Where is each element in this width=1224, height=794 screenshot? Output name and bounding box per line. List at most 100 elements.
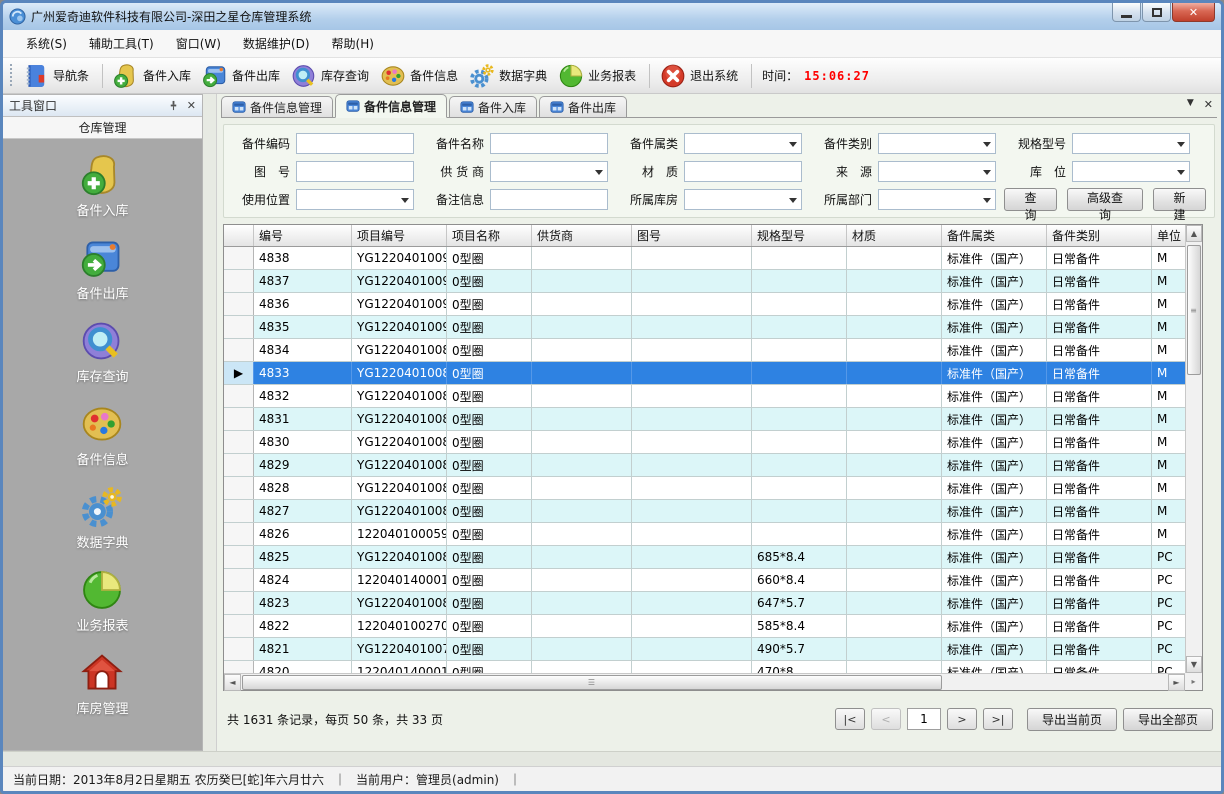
toolbar-button-parts-inbound[interactable]: 备件入库 <box>109 60 198 92</box>
column-header-备件类别[interactable]: 备件类别 <box>1047 225 1152 246</box>
export-current-page-button[interactable]: 导出当前页 <box>1027 708 1117 731</box>
table-row[interactable]: 482212204010027000型圈585*8.4标准件（国产）日常备件PC <box>224 615 1202 638</box>
last-page-button[interactable]: >| <box>983 708 1013 730</box>
toolbar-button-data-dictionary[interactable]: 数据字典 <box>465 60 554 92</box>
cell-kind: 日常备件 <box>1047 362 1152 384</box>
来 源-select[interactable] <box>878 161 996 182</box>
pin-icon[interactable] <box>168 100 179 111</box>
menu-item[interactable]: 辅助工具(T) <box>78 30 165 57</box>
tool-window-close-icon[interactable]: ✕ <box>187 99 196 112</box>
column-header-图号[interactable]: 图号 <box>632 225 752 246</box>
tab-3[interactable]: 备件出库 <box>539 96 627 117</box>
table-row[interactable]: 4834YG122040100890型圈标准件（国产）日常备件M <box>224 339 1202 362</box>
所属部门-select[interactable] <box>878 189 996 210</box>
table-row[interactable]: 4827YG122040100820型圈标准件（国产）日常备件M <box>224 500 1202 523</box>
备件名称-input[interactable] <box>490 133 608 154</box>
export-all-pages-button[interactable]: 导出全部页 <box>1123 708 1213 731</box>
table-row[interactable]: 4823YG122040100800型圈647*5.7标准件（国产）日常备件PC <box>224 592 1202 615</box>
horizontal-scroll-thumb[interactable]: ☰ <box>242 675 942 690</box>
column-header-编号[interactable]: 编号 <box>254 225 352 246</box>
first-page-button[interactable]: |< <box>835 708 865 730</box>
table-row[interactable]: 4835YG122040100900型圈标准件（国产）日常备件M <box>224 316 1202 339</box>
sidebar-item-parts-outbound[interactable]: 备件出库 <box>76 236 128 302</box>
next-page-button[interactable]: > <box>947 708 977 730</box>
备件编码-input[interactable] <box>296 133 414 154</box>
menu-item[interactable]: 窗口(W) <box>165 30 232 57</box>
规格型号-select[interactable] <box>1072 133 1190 154</box>
column-header-规格型号[interactable]: 规格型号 <box>752 225 847 246</box>
maximize-button[interactable] <box>1142 3 1171 22</box>
使用位置-select[interactable] <box>296 189 414 210</box>
query-button[interactable]: 查询 <box>1004 188 1057 211</box>
minimize-button[interactable] <box>1112 3 1141 22</box>
close-button[interactable]: ✕ <box>1172 3 1215 22</box>
cell-name: 0型圈 <box>447 500 532 522</box>
table-row[interactable]: ▶4833YG122040100880型圈标准件（国产）日常备件M <box>224 362 1202 385</box>
table-row[interactable]: 4828YG122040100830型圈标准件（国产）日常备件M <box>224 477 1202 500</box>
图 号-input[interactable] <box>296 161 414 182</box>
column-header-项目名称[interactable]: 项目名称 <box>447 225 532 246</box>
menu-item[interactable]: 数据维护(D) <box>232 30 321 57</box>
column-header-材质[interactable]: 材质 <box>847 225 942 246</box>
scroll-down-icon[interactable]: ▼ <box>1186 656 1202 673</box>
table-row[interactable]: 4838YG122040100930型圈标准件（国产）日常备件M <box>224 247 1202 270</box>
tab-list-dropdown-icon[interactable]: ▼ <box>1187 98 1194 111</box>
所属库房-select[interactable] <box>684 189 802 210</box>
table-row[interactable]: 4830YG122040100850型圈标准件（国产）日常备件M <box>224 431 1202 454</box>
供 货 商-select[interactable] <box>490 161 608 182</box>
column-header-indicator[interactable] <box>224 225 254 246</box>
prev-page-button[interactable]: < <box>871 708 901 730</box>
table-row[interactable]: 4832YG122040100870型圈标准件（国产）日常备件M <box>224 385 1202 408</box>
table-row[interactable]: 4821YG122040100790型圈490*5.7标准件（国产）日常备件PC <box>224 638 1202 661</box>
column-header-单位[interactable]: 单位 <box>1152 225 1187 246</box>
tab-0[interactable]: 备件信息管理 <box>221 96 333 117</box>
备件类别-select[interactable] <box>878 133 996 154</box>
toolbar-grip-handle[interactable] <box>9 64 14 88</box>
scroll-up-icon[interactable]: ▲ <box>1186 225 1202 242</box>
库 位-select[interactable] <box>1072 161 1190 182</box>
tab-1-active[interactable]: 备件信息管理 <box>335 94 447 118</box>
horizontal-scrollbar[interactable]: ◄ ☰ ► <box>224 673 1185 690</box>
column-header-项目编号[interactable]: 项目编号 <box>352 225 447 246</box>
toolbar-button-exit-system[interactable]: 退出系统 <box>656 60 745 92</box>
sidebar-item-business-report[interactable]: 业务报表 <box>76 568 128 634</box>
column-header-供货商[interactable]: 供货商 <box>532 225 632 246</box>
page-number-input[interactable] <box>907 708 941 730</box>
sidebar-item-inventory-query[interactable]: 库存查询 <box>76 319 128 385</box>
sidebar-item-parts-info[interactable]: 备件信息 <box>76 402 128 468</box>
tab-2[interactable]: 备件入库 <box>449 96 537 117</box>
sidebar-item-warehouse-mgmt[interactable]: 库房管理 <box>76 651 128 717</box>
menu-item[interactable]: 帮助(H) <box>321 30 385 57</box>
cell-id: 4825 <box>254 546 352 568</box>
scroll-left-icon[interactable]: ◄ <box>224 674 241 691</box>
备注信息-input[interactable] <box>490 189 608 210</box>
table-row[interactable]: 4825YG122040100810型圈685*8.4标准件（国产）日常备件PC <box>224 546 1202 569</box>
tab-close-icon[interactable]: ✕ <box>1204 98 1213 111</box>
toolbar-separator <box>102 64 103 88</box>
toolbar-button-parts-outbound[interactable]: 备件出库 <box>198 60 287 92</box>
advanced-query-button[interactable]: 高级查询 <box>1067 188 1143 211</box>
toolbar-button-label: 业务报表 <box>588 67 636 84</box>
材 质-input[interactable] <box>684 161 802 182</box>
menu-item[interactable]: 系统(S) <box>15 30 78 57</box>
column-header-备件属类[interactable]: 备件属类 <box>942 225 1047 246</box>
table-row[interactable]: 4831YG122040100860型圈标准件（国产）日常备件M <box>224 408 1202 431</box>
toolbar-button-business-report[interactable]: 业务报表 <box>554 60 643 92</box>
scroll-right-icon[interactable]: ► <box>1168 674 1185 691</box>
sidebar-item-parts-inbound[interactable]: 备件入库 <box>76 153 128 219</box>
vertical-scroll-thumb[interactable]: ≡ <box>1187 245 1201 375</box>
table-row[interactable]: 482412204014000120型圈660*8.4标准件（国产）日常备件PC <box>224 569 1202 592</box>
panel-splitter[interactable] <box>203 94 217 751</box>
table-row[interactable]: 4837YG122040100920型圈标准件（国产）日常备件M <box>224 270 1202 293</box>
table-row[interactable]: 4829YG122040100840型圈标准件（国产）日常备件M <box>224 454 1202 477</box>
vertical-scrollbar[interactable]: ▲ ≡ ▼ <box>1185 225 1202 673</box>
sidebar-item-data-dictionary[interactable]: 数据字典 <box>76 485 128 551</box>
toolbar-button-nav-bar[interactable]: 导航条 <box>19 60 96 92</box>
new-button[interactable]: 新建 <box>1153 188 1206 211</box>
table-row[interactable]: 4836YG122040100910型圈标准件（国产）日常备件M <box>224 293 1202 316</box>
备件属类-select[interactable] <box>684 133 802 154</box>
toolbar-button-inventory-query[interactable]: 库存查询 <box>287 60 376 92</box>
toolbar-button-parts-info[interactable]: 备件信息 <box>376 60 465 92</box>
cell-project_no: YG12204010087 <box>352 385 447 407</box>
table-row[interactable]: 482612204010005990型圈标准件（国产）日常备件M <box>224 523 1202 546</box>
